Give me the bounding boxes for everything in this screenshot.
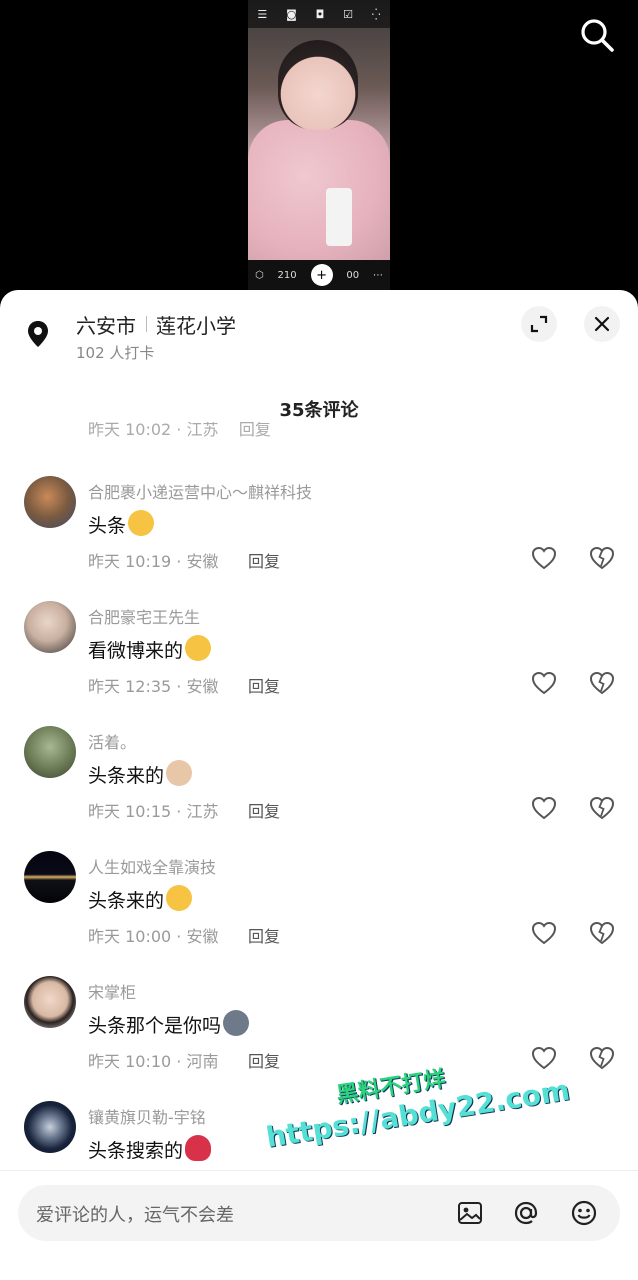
comment-input-bar: 爱评论的人，运气不会差 (0, 1170, 638, 1280)
camera-icon-2: ◘ (315, 7, 325, 21)
counter-right: 00 (346, 269, 360, 281)
comment-list[interactable]: 昨天 10:02 · 江苏 回复 合肥裹小递运营中心～麒祥科技 头条 昨天 10… (0, 422, 638, 1172)
loudly-crying-emoji (166, 885, 193, 911)
avatar[interactable] (24, 1101, 76, 1153)
reply-button[interactable]: 回复 (248, 1048, 280, 1072)
search-icon[interactable] (578, 16, 618, 56)
broken-heart-icon[interactable] (588, 669, 616, 697)
reply-button[interactable]: 回复 (248, 548, 280, 572)
camera-icon: ◙ (286, 7, 297, 21)
camera-bottom-bar: ⬡ 210 + 00 ⋯ (248, 260, 390, 290)
comment-meta: 昨天 10:15 · 江苏 (88, 802, 219, 821)
reply-button[interactable]: 回复 (248, 923, 280, 947)
comment-meta: 昨天 10:10 · 河南 (88, 1052, 219, 1071)
comment-item: 人生如戏全靠演技 头条来的 昨天 10:00 · 安徽 回复 (0, 851, 638, 976)
avatar[interactable] (24, 726, 76, 778)
comment-item: 宋掌柜 头条那个是你吗 昨天 10:10 · 河南 回复 (0, 976, 638, 1101)
menu-icon: ☰ (257, 7, 268, 21)
partial-comment-meta: 昨天 10:02 · 江苏 回复 (88, 422, 271, 439)
grid-dots-icon: ⁛ (371, 7, 381, 21)
comment-text: 头条 (88, 510, 155, 538)
comment-author[interactable]: 镶黄旗贝勒-宇铭 (88, 1104, 206, 1128)
image-icon[interactable] (456, 1199, 484, 1227)
comment-meta: 昨天 10:00 · 安徽 (88, 927, 219, 946)
comment-text: 头条来的 (88, 760, 193, 788)
more-icon: ⋯ (373, 269, 383, 281)
comment-item: 镶黄旗贝勒-宇铭 头条搜索的 (0, 1101, 638, 1172)
location-divider (146, 316, 147, 332)
comment-author[interactable]: 活着。 (88, 729, 136, 753)
video-subject-body (248, 120, 390, 260)
reply-button[interactable]: 回复 (248, 798, 280, 822)
loudly-crying-emoji (185, 635, 212, 661)
video-preview[interactable]: ☰ ◙ ◘ ☑ ⁛ ⬡ 210 + 00 ⋯ (248, 0, 390, 290)
video-cup (326, 188, 352, 246)
heart-icon[interactable] (530, 794, 558, 822)
heart-icon[interactable] (530, 669, 558, 697)
location-pin-icon (28, 321, 48, 347)
heart-icon[interactable] (530, 1044, 558, 1072)
counter-left: 210 (277, 269, 297, 281)
husky-face-emoji (223, 1010, 250, 1036)
comment-item: 合肥裹小递运营中心～麒祥科技 头条 昨天 10:19 · 安徽 回复 (0, 476, 638, 601)
reply-button[interactable]: 回复 (248, 673, 280, 697)
expand-button[interactable] (521, 306, 557, 342)
comment-author[interactable]: 合肥裹小递运营中心～麒祥科技 (88, 479, 312, 503)
avatar[interactable] (24, 476, 76, 528)
comment-meta: 昨天 10:19 · 安徽 (88, 552, 219, 571)
expand-icon (530, 315, 548, 333)
screen: ☰ ◙ ◘ ☑ ⁛ ⬡ 210 + 00 ⋯ 六安市 莲花小学 102 人打卡 … (0, 0, 638, 1280)
broken-heart-icon[interactable] (588, 1044, 616, 1072)
comment-author[interactable]: 合肥豪宅王先生 (88, 604, 200, 628)
emoji-icon[interactable] (570, 1199, 598, 1227)
checkin-count: 102 人打卡 (76, 344, 155, 362)
broken-heart-icon[interactable] (588, 794, 616, 822)
comment-item: 合肥豪宅王先生 看微博来的 昨天 12:35 · 安徽 回复 (0, 601, 638, 726)
broken-heart-icon[interactable] (588, 919, 616, 947)
rose-emoji (185, 1135, 212, 1161)
avatar[interactable] (24, 851, 76, 903)
heart-icon[interactable] (530, 919, 558, 947)
comment-text: 头条那个是你吗 (88, 1010, 250, 1038)
grinning-sweat-emoji (128, 510, 155, 536)
close-button[interactable] (584, 306, 620, 342)
video-subject-face (278, 40, 358, 130)
comment-meta: 昨天 12:35 · 安徽 (88, 677, 219, 696)
avatar[interactable] (24, 601, 76, 653)
comment-author[interactable]: 人生如戏全靠演技 (88, 854, 216, 878)
heart-icon[interactable] (530, 544, 558, 572)
comment-text: 看微博来的 (88, 635, 212, 663)
comment-sheet: 六安市 莲花小学 102 人打卡 35条评论 昨天 10:02 · 江苏 回复 … (0, 290, 638, 1280)
comment-text: 头条搜索的 (88, 1135, 212, 1163)
comment-input[interactable]: 爱评论的人，运气不会差 (18, 1185, 620, 1241)
camera-toolbar: ☰ ◙ ◘ ☑ ⁛ (248, 0, 390, 28)
location-school: 莲花小学 (156, 314, 236, 338)
comment-text: 头条来的 (88, 885, 193, 913)
at-mention-icon[interactable] (512, 1199, 540, 1227)
shutter-icon: + (310, 264, 333, 286)
comment-author[interactable]: 宋掌柜 (88, 979, 136, 1003)
close-icon (594, 316, 610, 332)
cat-face-emoji (166, 760, 193, 786)
checklist-icon: ☑ (343, 7, 353, 21)
comment-item: 活着。 头条来的 昨天 10:15 · 江苏 回复 (0, 726, 638, 851)
broken-heart-icon[interactable] (588, 544, 616, 572)
avatar[interactable] (24, 976, 76, 1028)
comment-input-placeholder: 爱评论的人，运气不会差 (36, 1205, 234, 1226)
location-city: 六安市 (76, 314, 136, 338)
comments-title: 35条评论 (279, 400, 359, 421)
rotate-icon: ⬡ (254, 269, 264, 281)
